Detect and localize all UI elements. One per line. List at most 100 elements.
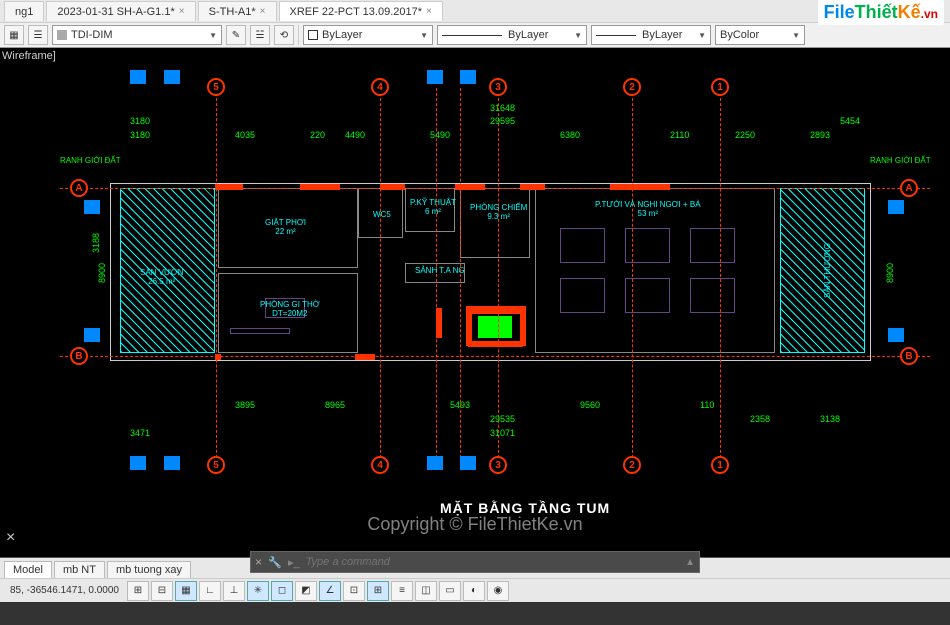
make-current-icon[interactable]: ✎ <box>226 25 246 45</box>
status-am-icon[interactable]: ◉ <box>487 581 509 601</box>
layer-manager-icon[interactable]: ☱ <box>250 25 270 45</box>
section-mark <box>460 70 476 84</box>
dim-text: 2358 <box>750 414 770 424</box>
grid-bubble: B <box>70 347 88 365</box>
room-label: SẢNH T.A NG <box>415 266 465 275</box>
dim-text: 2110 <box>670 130 689 140</box>
wrench-icon[interactable]: 🔧 <box>268 556 282 569</box>
file-tab-bar: ng1 2023-01-31 SH-A-G1.1* × S-TH-A1* × XRE… <box>0 0 950 22</box>
chevron-down-icon: ▼ <box>205 31 217 40</box>
layout-tab-model[interactable]: Model <box>4 561 52 578</box>
section-mark <box>427 456 443 470</box>
file-tab[interactable]: S-TH-A1* × <box>198 1 277 21</box>
status-3dosnap-icon[interactable]: ◩ <box>295 581 317 601</box>
grid-bubble: 5 <box>207 456 225 474</box>
layer-icon[interactable]: ▦ <box>4 25 24 45</box>
dim-text: 3188 <box>91 233 101 253</box>
status-grid-icon[interactable]: ⊟ <box>151 581 173 601</box>
dim-text: 3471 <box>130 428 150 438</box>
dim-text: 5454 <box>840 116 860 126</box>
dim-text: 31071 <box>490 428 515 438</box>
layer-prev-icon[interactable]: ⟲ <box>274 25 294 45</box>
linetype-dropdown[interactable]: ByLayer ▼ <box>437 25 587 45</box>
status-otrack-icon[interactable]: ∠ <box>319 581 341 601</box>
boundary-label: RANH GIỚI ĐẤT <box>60 156 121 165</box>
section-mark <box>164 456 180 470</box>
status-qp-icon[interactable]: ▭ <box>439 581 461 601</box>
status-snap-icon[interactable]: ▦ <box>175 581 197 601</box>
close-icon[interactable]: × <box>260 6 266 17</box>
boundary-label: RANH GIỚI ĐẤT <box>870 156 931 165</box>
section-mark <box>460 456 476 470</box>
room-label: SÂN THƯỢNG <box>823 243 832 298</box>
plotstyle-dropdown[interactable]: ByColor ▼ <box>715 25 805 45</box>
section-mark <box>84 200 100 214</box>
layout-tab[interactable]: mb tuong xay <box>107 561 191 578</box>
dim-text: 3895 <box>235 400 255 410</box>
dim-text: 3180 <box>130 130 150 140</box>
grid-bubble: 2 <box>623 78 641 96</box>
dim-text: 5490 <box>430 130 450 140</box>
dim-text: 8900 <box>97 263 107 283</box>
dim-text: 2893 <box>810 130 830 140</box>
file-tab[interactable]: 2023-01-31 SH-A-G1.1* × <box>46 1 195 21</box>
grid-bubble: 1 <box>711 456 729 474</box>
grid-bubble: 2 <box>623 456 641 474</box>
line-preview <box>596 35 636 36</box>
expand-icon[interactable]: ▲ <box>685 557 695 568</box>
tab-label: XREF 22-PCT 13.09.2017* <box>290 6 422 18</box>
dim-text: 8900 <box>885 263 895 283</box>
cmd-close-icon[interactable]: × <box>255 555 262 569</box>
status-sc-icon[interactable]: ◐ <box>463 581 485 601</box>
color-label: ByLayer <box>322 29 362 41</box>
room-label: WC5 <box>373 210 391 219</box>
section-mark <box>888 200 904 214</box>
cmd-prompt-icon: ▸_ <box>288 556 300 569</box>
section-mark <box>888 328 904 342</box>
status-osnap-icon[interactable]: ◻ <box>271 581 293 601</box>
model-viewport[interactable]: Wireframe] <box>0 48 950 558</box>
file-tab-active[interactable]: XREF 22-PCT 13.09.2017* × <box>279 1 443 21</box>
close-icon[interactable]: × <box>179 6 185 17</box>
close-icon[interactable]: × <box>426 6 432 17</box>
dim-text: 3180 <box>130 116 150 126</box>
section-mark <box>130 70 146 84</box>
status-ducs-icon[interactable]: ⊡ <box>343 581 365 601</box>
file-tab[interactable]: ng1 <box>4 1 44 21</box>
grid-bubble: A <box>70 179 88 197</box>
separator <box>298 25 299 45</box>
close-icon[interactable]: × <box>6 529 15 547</box>
dim-text: 2250 <box>735 130 755 140</box>
status-dyn-icon[interactable]: ⊞ <box>367 581 389 601</box>
dim-text: 5493 <box>450 400 470 410</box>
dim-text: 29595 <box>490 116 515 126</box>
layer-states-icon[interactable]: ☰ <box>28 25 48 45</box>
dim-text: 9560 <box>580 400 600 410</box>
chevron-down-icon: ▼ <box>694 31 706 40</box>
tab-label: ng1 <box>15 6 33 18</box>
dim-text: 3138 <box>820 414 840 424</box>
status-model-icon[interactable]: ⊞ <box>127 581 149 601</box>
status-polar-icon[interactable]: ✳ <box>247 581 269 601</box>
grid-bubble: 5 <box>207 78 225 96</box>
copyright-text: Copyright © FileThietKe.vn <box>367 514 582 535</box>
command-input[interactable] <box>306 556 679 568</box>
layout-tab[interactable]: mb NT <box>54 561 105 578</box>
status-lwt-icon[interactable]: ≡ <box>391 581 413 601</box>
status-ortho-icon[interactable]: ⊥ <box>223 581 245 601</box>
color-dropdown[interactable]: ByLayer ▼ <box>303 25 433 45</box>
lineweight-dropdown[interactable]: ByLayer ▼ <box>591 25 711 45</box>
command-bar: × 🔧 ▸_ ▲ <box>250 551 700 573</box>
layer-dropdown[interactable]: TDI-DIM ▼ <box>52 25 222 45</box>
status-infer-icon[interactable]: ∟ <box>199 581 221 601</box>
grid-bubble: B <box>900 347 918 365</box>
tab-label: S-TH-A1* <box>209 6 256 18</box>
grid-bubble: A <box>900 179 918 197</box>
properties-bar: ▦ ☰ TDI-DIM ▼ ✎ ☱ ⟲ ByLayer ▼ ByLayer ▼ … <box>0 22 950 48</box>
grid-bubble: 1 <box>711 78 729 96</box>
status-tpy-icon[interactable]: ◫ <box>415 581 437 601</box>
room-label: SÂN VƯỜN 26.5 m² <box>140 268 183 286</box>
tab-label: 2023-01-31 SH-A-G1.1* <box>57 6 174 18</box>
layer-name: TDI-DIM <box>71 29 113 41</box>
section-mark <box>427 70 443 84</box>
